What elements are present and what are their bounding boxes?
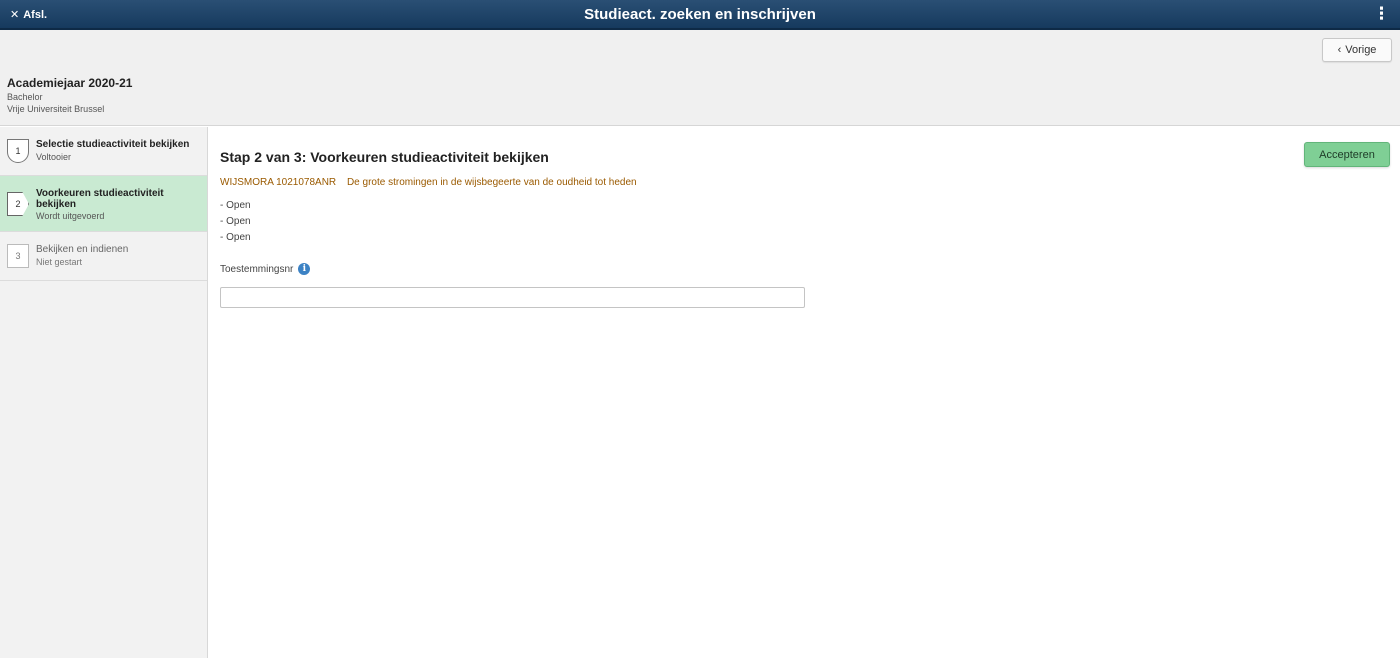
class-options-list: - Open - Open - Open [220, 198, 251, 246]
course-name: De grote stromingen in de wijsbegeerte v… [346, 177, 637, 188]
step-item-voorkeuren[interactable]: 2 Voorkeuren studieactiviteit bekijken W… [0, 176, 207, 232]
chevron-left-icon: ‹ [1337, 44, 1342, 56]
previous-label: Vorige [1345, 44, 1377, 56]
step-navigation: 1 Selectie studieactiviteit bekijken Vol… [0, 127, 208, 658]
main-content: Stap 2 van 3: Voorkeuren studieactivitei… [209, 127, 1400, 658]
course-code: WIJSMORA 1021078ANR [220, 177, 337, 188]
step-status: Niet gestart [36, 257, 83, 267]
list-item: - Open [220, 232, 251, 243]
step-current-icon: 2 [7, 192, 29, 216]
career: Bachelor [7, 92, 43, 102]
more-options-icon[interactable]: ⋮ [1373, 4, 1390, 24]
context-header: ‹ Vorige Academiejaar 2020-21 Bachelor V… [0, 30, 1400, 126]
academic-info: Academiejaar 2020-21 Bachelor Vrije Univ… [7, 76, 132, 114]
previous-button[interactable]: ‹ Vorige [1322, 38, 1392, 62]
top-banner: ✕ Afsl. Studieact. zoeken en inschrijven… [0, 0, 1400, 30]
list-item: - Open [220, 216, 251, 227]
step-title: Selectie studieactiviteit bekijken [36, 139, 190, 150]
permission-label-text: Toestemmingsnr [220, 263, 294, 275]
info-icon[interactable]: i [298, 263, 311, 275]
course-line: WIJSMORA 1021078ANR De grote stromingen … [220, 177, 637, 188]
academic-year: Academiejaar 2020-21 [7, 76, 133, 90]
step-title: Voorkeuren studieactiviteit bekijken [36, 188, 164, 210]
accept-button[interactable]: Accepteren [1304, 142, 1390, 167]
step-item-indienen[interactable]: 3 Bekijken en indienen Niet gestart [0, 232, 207, 281]
step-heading: Stap 2 van 3: Voorkeuren studieactivitei… [220, 149, 549, 165]
step-title: Bekijken en indienen [36, 244, 129, 255]
step-pending-icon: 3 [7, 244, 29, 268]
step-item-selectie[interactable]: 1 Selectie studieactiviteit bekijken Vol… [0, 127, 207, 176]
step-status: Wordt uitgevoerd [36, 211, 105, 221]
step-complete-icon: 1 [7, 139, 29, 163]
institution: Vrije Universiteit Brussel [7, 104, 105, 114]
page-heading: Studieact. zoeken en inschrijven [584, 6, 816, 23]
permission-label: Toestemmingsnr i [220, 263, 311, 275]
list-item: - Open [220, 200, 251, 211]
permission-number-input[interactable] [220, 287, 805, 308]
step-status: Voltooier [36, 152, 72, 162]
